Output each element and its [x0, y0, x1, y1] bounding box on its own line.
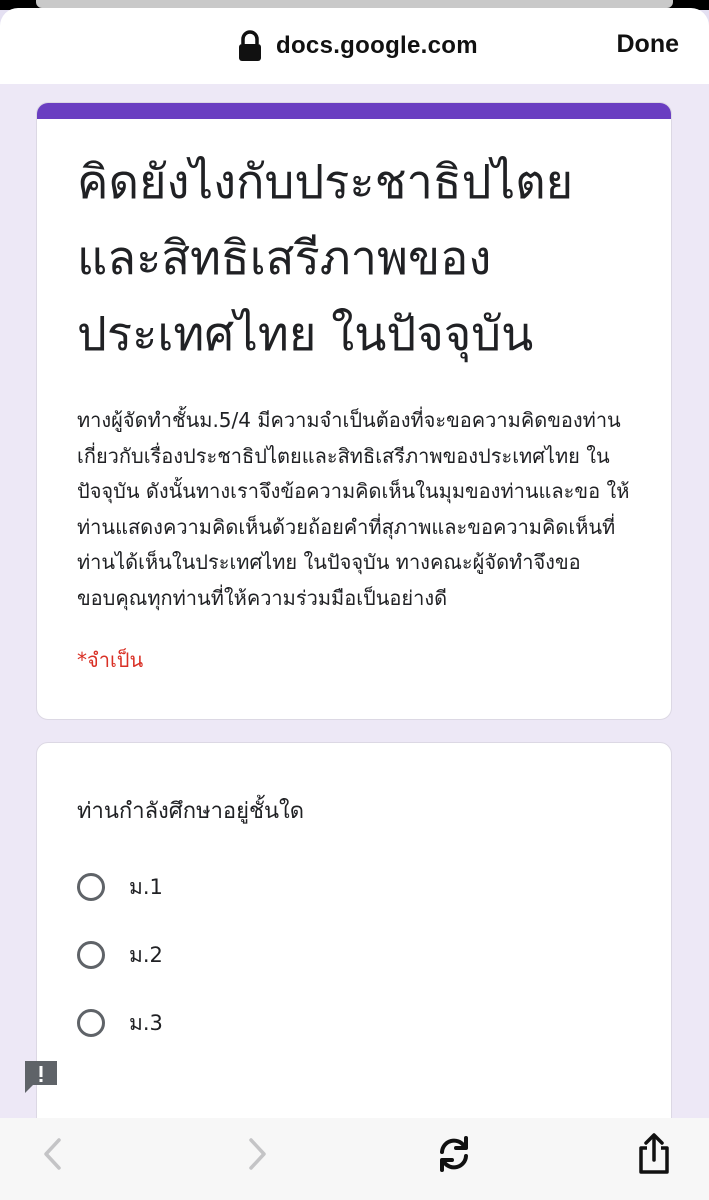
feedback-icon[interactable]: [22, 1058, 60, 1096]
reload-icon[interactable]: [432, 1132, 476, 1176]
url-display[interactable]: docs.google.com: [236, 30, 478, 62]
option-list: ม.1 ม.2 ม.3: [77, 853, 671, 1057]
form-header-card: คิดยังไงกับประชาธิปไตยและสิทธิเสรีภาพของ…: [36, 102, 672, 720]
required-note: *จำเป็น: [77, 648, 144, 672]
forward-icon[interactable]: [234, 1132, 278, 1176]
share-icon[interactable]: [632, 1132, 676, 1176]
radio-button[interactable]: [77, 1009, 105, 1037]
back-icon[interactable]: [32, 1132, 76, 1176]
question-title: ท่านกำลังศึกษาอยู่ชั้นใด: [77, 799, 305, 824]
lock-icon: [239, 30, 261, 61]
url-text: docs.google.com: [276, 32, 478, 59]
browser-toolbar: [0, 1118, 709, 1200]
accent-strip: [37, 103, 671, 119]
radio-button[interactable]: [77, 873, 105, 901]
done-button[interactable]: Done: [617, 30, 680, 59]
form-description: ทางผู้จัดทำชั้นม.5/4 มีความจำเป็นต้องที่…: [77, 408, 630, 610]
form-title: คิดยังไงกับประชาธิปไตยและสิทธิเสรีภาพของ…: [77, 155, 574, 362]
question-card: ท่านกำลังศึกษาอยู่ชั้นใด ม.1 ม.2 ม.3: [36, 742, 672, 1118]
option-label: ม.1: [129, 874, 163, 899]
option-label: ม.3: [129, 1010, 163, 1035]
radio-button[interactable]: [77, 941, 105, 969]
option-m3[interactable]: ม.3: [77, 989, 671, 1057]
option-m2[interactable]: ม.2: [77, 921, 671, 989]
page-content: คิดยังไงกับประชาธิปไตยและสิทธิเสรีภาพของ…: [0, 84, 709, 1118]
option-m1[interactable]: ม.1: [77, 853, 671, 921]
address-bar: docs.google.com Done: [0, 8, 709, 84]
option-label: ม.2: [129, 942, 163, 967]
